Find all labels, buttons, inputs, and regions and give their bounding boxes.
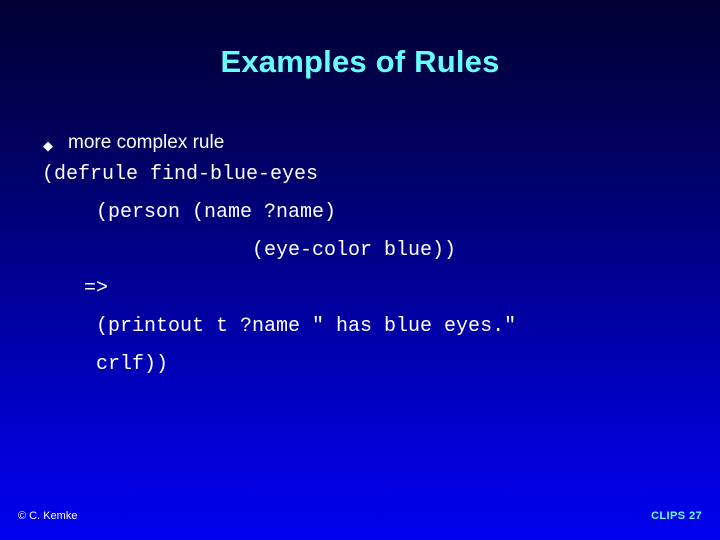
code-line: => [84,277,109,300]
code-line: (person (name ?name) [96,201,337,224]
bullet-label: more complex rule [68,132,225,153]
bullet-item: ◆ more complex rule [0,130,720,156]
slide-footer-right: CLIPS 27 [651,510,702,522]
code-line: (eye-color blue)) [252,239,457,262]
page-number: 27 [688,510,702,522]
page-title: Examples of Rules [220,44,500,79]
slide: Examples of Rules ◆ more complex rule (d… [0,0,720,540]
diamond-bullet-icon: ◆ [43,138,53,153]
code-line: (printout t ?name " has blue eyes." [96,315,517,338]
code-line: (defrule find-blue-eyes [42,163,319,186]
slide-body: ◆ more complex rule (defrule find-blue-e… [0,130,720,384]
code-line: crlf)) [96,353,169,376]
course-label: CLIPS [651,510,686,522]
copyright-footer: © C. Kemke [18,510,78,522]
